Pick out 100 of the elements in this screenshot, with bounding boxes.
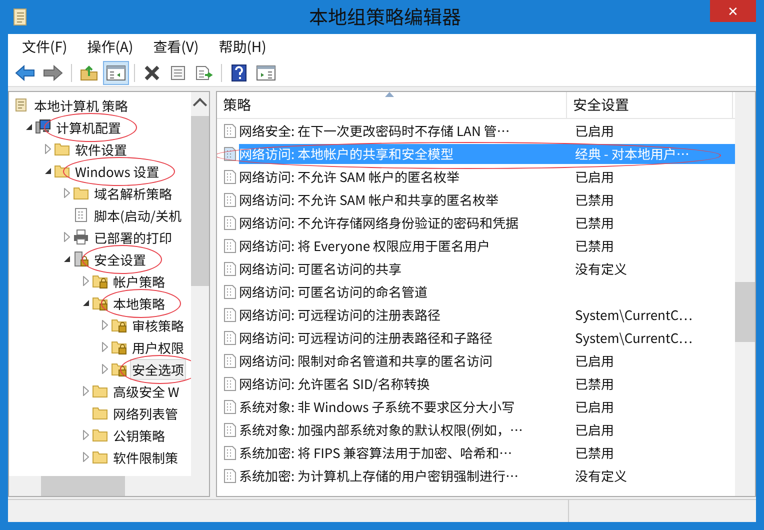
security-icon xyxy=(73,251,89,267)
policy-icon xyxy=(223,238,237,254)
printer-icon xyxy=(73,229,89,245)
folder-icon xyxy=(54,163,70,179)
folder-icon xyxy=(92,405,108,421)
scrollbar[interactable] xyxy=(735,92,755,496)
setting-value: 已禁用 xyxy=(574,374,616,394)
tree-item[interactable]: 软件设置 xyxy=(73,138,130,160)
policy-icon xyxy=(223,352,237,368)
tree-item[interactable]: 脚本(启动/关机 xyxy=(92,204,184,226)
scrollbar[interactable] xyxy=(9,476,209,496)
policy-name[interactable]: 网络访问: 不允许 SAM 帐户的匿名枚举 xyxy=(239,166,571,186)
collapsed-arrow-icon[interactable] xyxy=(64,188,70,198)
policy-name[interactable]: 系统对象: 非 Windows 子系统不要求区分大小写 xyxy=(239,396,571,416)
menu-item[interactable]: 查看(V) xyxy=(147,37,205,57)
folder-icon xyxy=(92,383,108,399)
policy-name[interactable]: 网络访问: 不允许存储网络身份验证的密码和凭据 xyxy=(239,212,571,232)
policy-name[interactable]: 系统加密: 为计算机上存储的用户密钥强制进行… xyxy=(239,466,571,486)
tree-item[interactable]: 安全设置 xyxy=(92,248,148,270)
policy-icon xyxy=(223,444,237,460)
setting-value: System\CurrentC… xyxy=(574,328,694,348)
expanded-arrow-icon[interactable] xyxy=(25,123,33,131)
scrollbar[interactable] xyxy=(191,92,209,476)
tree-item[interactable]: 安全选项 xyxy=(130,358,186,380)
setting-value: 已禁用 xyxy=(574,212,616,232)
tree-item[interactable]: 本地策略 xyxy=(111,292,168,314)
toolbar-button[interactable] xyxy=(103,61,129,85)
collapsed-arrow-icon[interactable] xyxy=(45,144,51,154)
policy-name[interactable]: 网络访问: 不允许 SAM 帐户和共享的匿名枚举 xyxy=(239,190,571,210)
tree-item[interactable]: 计算机配置 xyxy=(54,116,124,138)
tree-item[interactable]: Windows 设置 xyxy=(73,160,162,182)
policy-name[interactable]: 网络访问: 限制对命名管道和共享的匿名访问 xyxy=(239,350,571,370)
folder-icon xyxy=(92,449,108,465)
folder-icon xyxy=(92,427,108,443)
policy-name[interactable]: 网络访问: 允许匿名 SID/名称转换 xyxy=(239,374,571,394)
expanded-arrow-icon[interactable] xyxy=(44,167,52,175)
tree-item[interactable]: 软件限制策 xyxy=(111,446,180,468)
collapsed-arrow-icon[interactable] xyxy=(83,430,89,440)
locked-folder-icon xyxy=(111,361,127,377)
folder-up-icon xyxy=(80,65,98,81)
window-title: 本地组策略编辑器 xyxy=(308,3,462,30)
locked-folder-icon xyxy=(92,273,108,289)
tree-pane-icon xyxy=(106,65,126,81)
setting-value: 已启用 xyxy=(574,420,616,440)
policy-icon xyxy=(223,122,237,138)
policy-icon xyxy=(223,260,237,276)
tree-item[interactable]: 审核策略 xyxy=(130,314,186,336)
menu-item[interactable]: 文件(F) xyxy=(16,37,74,57)
collapsed-arrow-icon[interactable] xyxy=(102,320,108,330)
tree-item[interactable]: 域名解析策略 xyxy=(92,182,174,204)
policy-icon xyxy=(223,376,237,392)
policy-name[interactable]: 网络访问: 可匿名访问的命名管道 xyxy=(239,282,571,302)
locked-folder-icon xyxy=(92,295,108,311)
setting-value: 已启用 xyxy=(574,350,616,370)
setting-value: 没有定义 xyxy=(574,466,628,486)
policy-name[interactable]: 网络访问: 可匿名访问的共享 xyxy=(239,258,571,278)
script-icon xyxy=(73,207,89,223)
collapsed-arrow-icon[interactable] xyxy=(83,276,89,286)
menu-item[interactable]: 操作(A) xyxy=(81,37,140,57)
tree-item[interactable]: 公钥策略 xyxy=(111,424,168,446)
tree-item[interactable]: 用户权限 xyxy=(130,336,186,358)
collapsed-arrow-icon[interactable] xyxy=(64,232,70,242)
collapsed-arrow-icon[interactable] xyxy=(83,386,89,396)
policy-name[interactable]: 网络访问: 可远程访问的注册表路径和子路径 xyxy=(239,328,571,348)
tree-item[interactable]: 高级安全 W xyxy=(111,380,182,402)
export-list-icon xyxy=(195,65,213,81)
forward-arrow-icon xyxy=(43,65,63,81)
expanded-arrow-icon[interactable] xyxy=(82,299,90,307)
policy-name[interactable]: 系统对象: 加强内部系统对象的默认权限(例如，… xyxy=(239,420,571,440)
collapsed-arrow-icon[interactable] xyxy=(102,364,108,374)
close-button[interactable]: ✕ xyxy=(710,0,756,22)
collapsed-arrow-icon[interactable] xyxy=(102,342,108,352)
back-arrow-icon xyxy=(15,65,35,81)
folder-icon xyxy=(73,185,89,201)
setting-value: 已禁用 xyxy=(574,442,616,462)
setting-value: 没有定义 xyxy=(574,258,628,278)
policy-name[interactable]: 网络安全: 在下一次更改密码时不存储 LAN 管… xyxy=(239,120,571,140)
policy-name[interactable]: 网络访问: 可远程访问的注册表路径 xyxy=(239,304,571,324)
collapsed-arrow-icon[interactable] xyxy=(83,452,89,462)
menu-item[interactable]: 帮助(H) xyxy=(212,37,272,57)
policy-icon xyxy=(223,468,237,484)
policy-name[interactable]: 网络访问: 将 Everyone 权限应用于匿名用户 xyxy=(239,236,571,256)
setting-value: 已启用 xyxy=(574,166,616,186)
properties-icon xyxy=(170,65,186,81)
policy-icon xyxy=(223,306,237,322)
locked-folder-icon xyxy=(111,317,127,333)
tree-item[interactable]: 网络列表管 xyxy=(111,402,180,424)
scroll-icon xyxy=(13,97,29,113)
computer-icon xyxy=(35,119,51,135)
policy-icon xyxy=(223,192,237,208)
help-icon xyxy=(231,64,247,82)
setting-value: 经典 - 对本地用户… xyxy=(571,144,735,164)
policy-icon xyxy=(223,284,237,300)
expanded-arrow-icon[interactable] xyxy=(63,255,71,263)
tree-item[interactable]: 已部署的打印 xyxy=(92,226,174,248)
setting-value: 已启用 xyxy=(574,396,616,416)
policy-icon xyxy=(223,398,237,414)
policy-name[interactable]: 系统加密: 将 FIPS 兼容算法用于加密、哈希和… xyxy=(239,442,571,462)
tree-item[interactable]: 本地计算机 策略 xyxy=(32,94,130,116)
tree-item[interactable]: 帐户策略 xyxy=(111,270,168,292)
